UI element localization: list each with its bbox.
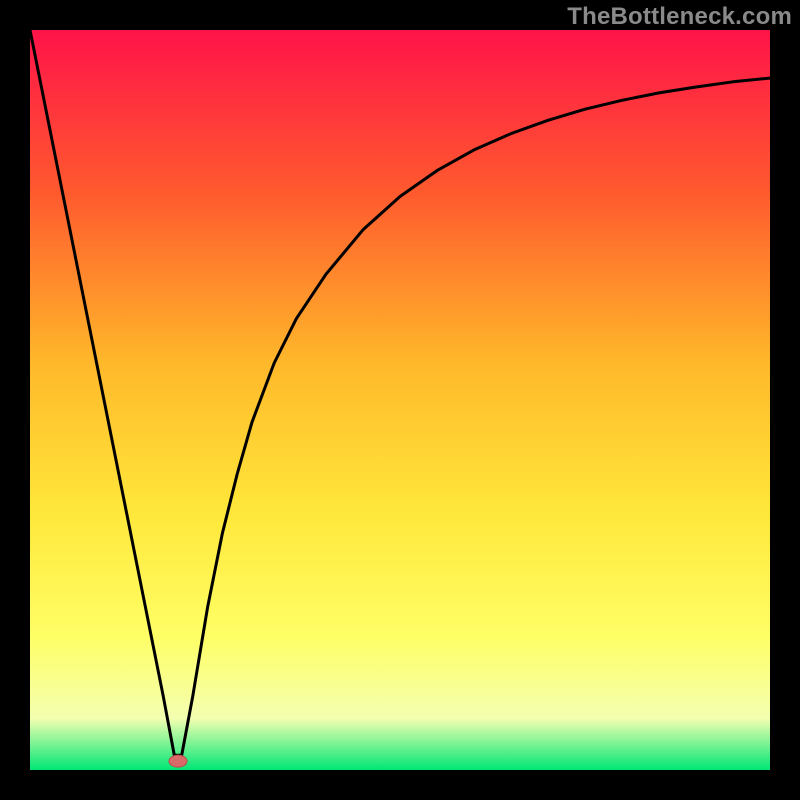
chart-frame: TheBottleneck.com	[0, 0, 800, 800]
plot-area	[30, 30, 770, 770]
gradient-background	[30, 30, 770, 770]
chart-svg	[30, 30, 770, 770]
watermark-text: TheBottleneck.com	[567, 3, 792, 31]
optimum-marker	[169, 755, 187, 767]
